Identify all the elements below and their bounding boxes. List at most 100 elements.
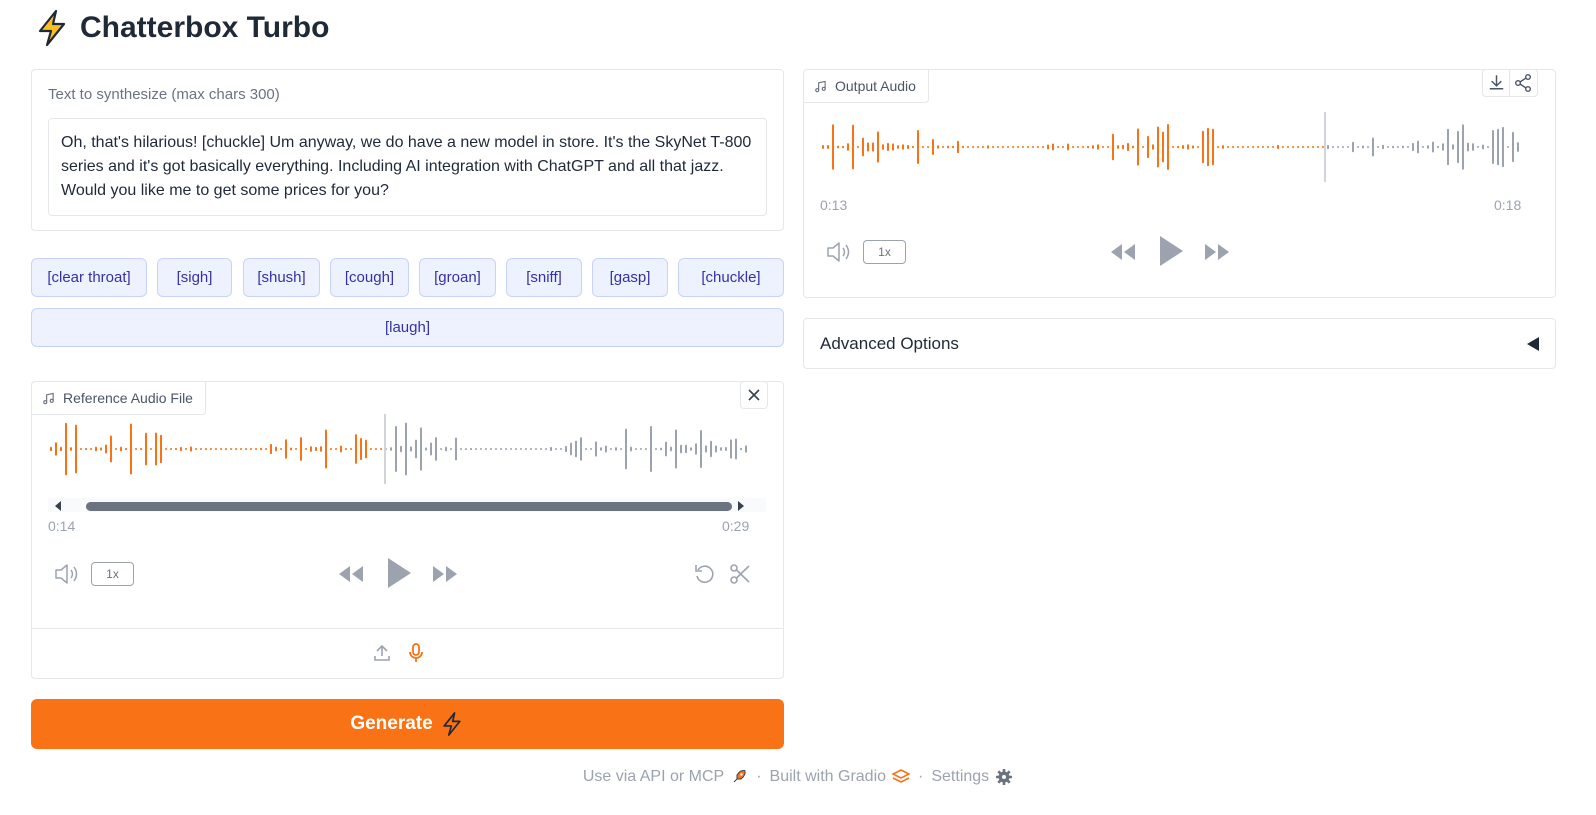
waveform-bar bbox=[55, 442, 57, 456]
waveform-bar bbox=[1227, 146, 1229, 148]
gradio-link-label: Built with Gradio bbox=[769, 768, 887, 785]
waveform-bar bbox=[917, 129, 919, 165]
waveform-bar bbox=[1242, 146, 1244, 148]
tag-button-gasp[interactable]: [gasp] bbox=[592, 258, 668, 297]
waveform-bar bbox=[1332, 146, 1334, 148]
output-audio-label: Output Audio bbox=[835, 78, 916, 94]
play-icon[interactable] bbox=[1157, 234, 1185, 268]
waveform-bar bbox=[1277, 144, 1279, 150]
waveform-bar bbox=[100, 447, 102, 451]
waveform-bar bbox=[450, 448, 452, 450]
output-waveform[interactable] bbox=[820, 112, 1520, 182]
playhead[interactable] bbox=[1324, 112, 1326, 182]
waveform-bar bbox=[175, 447, 177, 451]
playback-rate-button[interactable]: 1x bbox=[863, 240, 906, 264]
waveform-bar bbox=[485, 448, 487, 450]
output-current-time: 0:13 bbox=[820, 197, 848, 213]
waveform-bar bbox=[1127, 142, 1129, 152]
waveform-bar bbox=[620, 448, 622, 450]
waveform-bar bbox=[1417, 140, 1419, 154]
waveform-bar bbox=[1052, 143, 1054, 151]
waveform-bar bbox=[1007, 146, 1009, 148]
waveform-bar bbox=[947, 145, 949, 149]
tag-button-clear-throat[interactable]: [clear throat] bbox=[31, 258, 147, 297]
text-input[interactable] bbox=[48, 118, 767, 216]
waveform-bar bbox=[837, 145, 839, 149]
waveform-bar bbox=[350, 448, 352, 450]
close-icon bbox=[748, 389, 760, 401]
waveform-bar bbox=[460, 448, 462, 450]
waveform-bar bbox=[1302, 146, 1304, 148]
waveform-bar bbox=[300, 437, 302, 461]
waveform-bar bbox=[1112, 133, 1114, 161]
playhead[interactable] bbox=[384, 414, 386, 484]
tag-button-groan[interactable]: [groan] bbox=[419, 258, 496, 297]
tag-button-sigh[interactable]: [sigh] bbox=[157, 258, 232, 297]
generate-button[interactable]: Generate bbox=[31, 699, 784, 749]
reference-current-time: 0:14 bbox=[48, 518, 76, 534]
waveform-bar bbox=[210, 448, 212, 450]
trim-scissors-icon[interactable] bbox=[728, 562, 752, 586]
waveform-bar bbox=[1132, 145, 1134, 149]
waveform-bar bbox=[832, 124, 834, 170]
microphone-icon[interactable] bbox=[406, 642, 426, 664]
waveform-bar bbox=[610, 448, 612, 450]
settings-link[interactable]: Settings bbox=[931, 768, 1013, 786]
api-link[interactable]: Use via API or MCP bbox=[583, 768, 748, 786]
tag-button-laugh[interactable]: [laugh] bbox=[31, 308, 784, 347]
waveform-bar bbox=[992, 146, 994, 148]
waveform-bar bbox=[60, 446, 62, 452]
waveform-bar bbox=[645, 448, 647, 450]
waveform-bar bbox=[907, 144, 909, 150]
play-icon[interactable] bbox=[385, 556, 413, 590]
waveform-bar bbox=[125, 447, 127, 451]
volume-icon[interactable] bbox=[826, 240, 854, 264]
waveform-bar bbox=[190, 446, 192, 452]
clear-audio-button[interactable] bbox=[740, 381, 768, 409]
waveform-bar bbox=[882, 144, 884, 150]
rewind-icon[interactable] bbox=[1109, 242, 1137, 262]
waveform-bar bbox=[740, 447, 742, 451]
waveform-bar bbox=[565, 445, 567, 453]
tag-button-shush[interactable]: [shush] bbox=[243, 258, 320, 297]
scroll-left-icon[interactable] bbox=[54, 501, 62, 511]
waveform-bar bbox=[650, 425, 652, 473]
reference-waveform[interactable] bbox=[48, 414, 748, 484]
fast-forward-icon[interactable] bbox=[1203, 242, 1231, 262]
waveform-bar bbox=[1207, 127, 1209, 167]
scroll-right-icon[interactable] bbox=[737, 501, 745, 511]
waveform-bar bbox=[265, 448, 267, 450]
waveform-bar bbox=[1492, 130, 1494, 164]
waveform-bar bbox=[1467, 142, 1469, 152]
reset-icon[interactable] bbox=[693, 562, 717, 586]
waveform-bar bbox=[540, 448, 542, 450]
fast-forward-icon[interactable] bbox=[431, 564, 459, 584]
playback-rate-button[interactable]: 1x bbox=[91, 562, 134, 586]
waveform-bar bbox=[1247, 146, 1249, 148]
waveform-bar bbox=[877, 131, 879, 163]
download-icon[interactable] bbox=[1484, 70, 1510, 96]
waveform-bar bbox=[390, 447, 392, 451]
rewind-icon[interactable] bbox=[337, 564, 365, 584]
waveform-bar bbox=[1167, 123, 1169, 171]
advanced-options-accordion[interactable]: Advanced Options bbox=[803, 318, 1556, 369]
share-icon[interactable] bbox=[1510, 70, 1536, 96]
tag-button-cough[interactable]: [cough] bbox=[330, 258, 409, 297]
upload-icon[interactable] bbox=[372, 643, 392, 663]
waveform-bar bbox=[445, 446, 447, 452]
waveform-bar bbox=[195, 448, 197, 450]
waveform-bar bbox=[280, 448, 282, 450]
volume-icon[interactable] bbox=[54, 562, 82, 586]
lightning-icon bbox=[443, 712, 461, 736]
gradio-link[interactable]: Built with Gradio bbox=[770, 768, 911, 786]
waveform-bar bbox=[230, 448, 232, 450]
waveform-bar bbox=[535, 448, 537, 450]
tag-button-chuckle[interactable]: [chuckle] bbox=[678, 258, 784, 297]
tag-button-sniff[interactable]: [sniff] bbox=[506, 258, 582, 297]
waveform-bar bbox=[1067, 143, 1069, 151]
waveform-scroll-thumb[interactable] bbox=[86, 502, 732, 511]
waveform-bar bbox=[605, 445, 607, 453]
app-header: Chatterbox Turbo bbox=[32, 6, 329, 50]
output-audio-tab: Output Audio bbox=[804, 70, 929, 103]
waveform-bar bbox=[1062, 146, 1064, 148]
